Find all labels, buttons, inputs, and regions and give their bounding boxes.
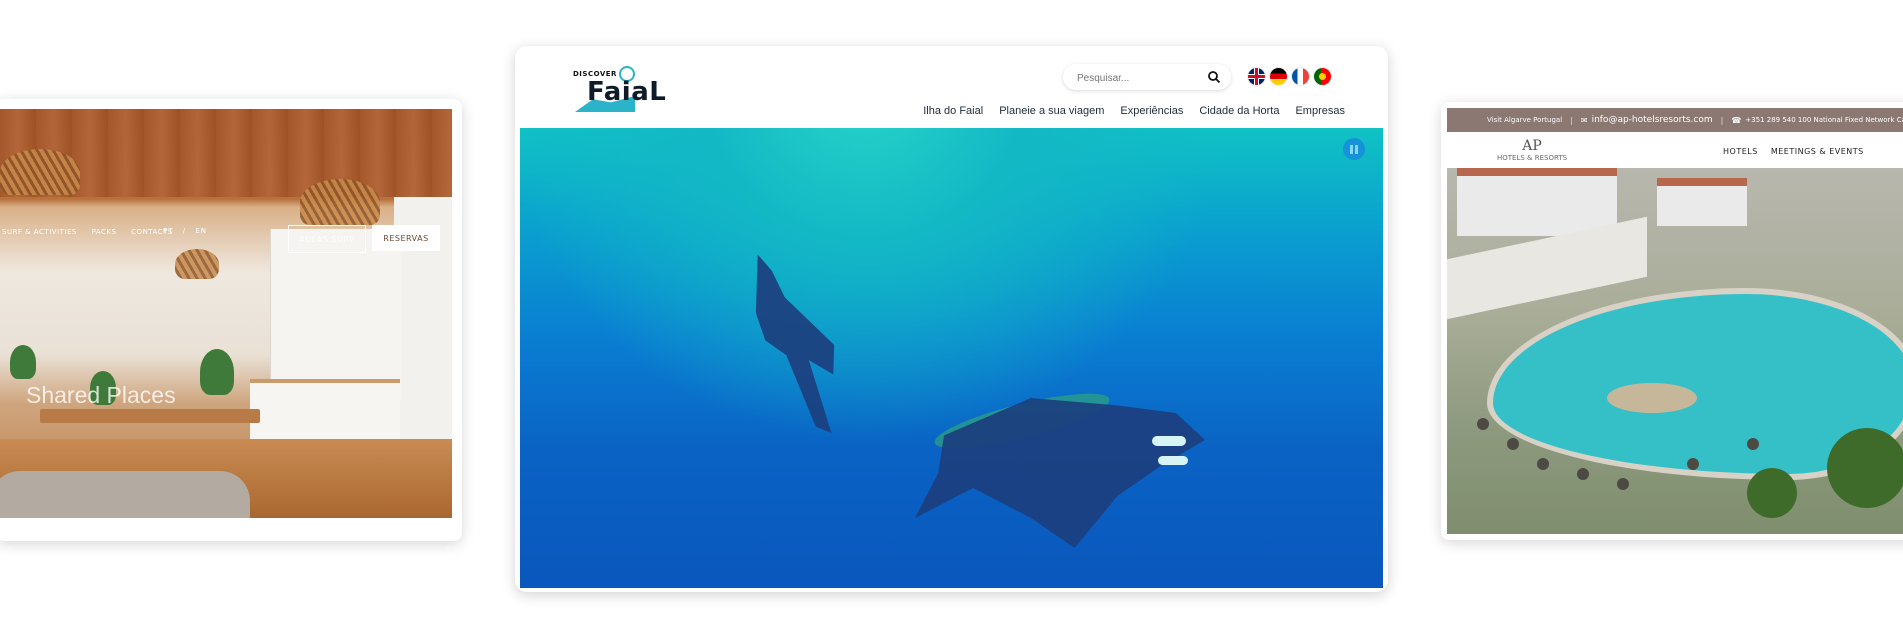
pendant-lamp bbox=[300, 179, 380, 225]
parasol bbox=[1477, 418, 1489, 430]
kitchen-cabinet bbox=[270, 229, 401, 399]
main-nav: SURF & ACTIVITIES PACKS CONTACTS bbox=[2, 228, 185, 236]
nav-item-hotels[interactable]: HOTELS bbox=[1723, 147, 1758, 156]
sofa bbox=[0, 471, 250, 518]
surf-site-card: SURF & ACTIVITIES PACKS CONTACTS PT / EN… bbox=[0, 99, 462, 541]
pool-island bbox=[1607, 383, 1697, 413]
phone-link[interactable]: +351 289 540 100 National Fixed Network … bbox=[1745, 116, 1903, 124]
manta-ray bbox=[915, 398, 1205, 548]
divider: | bbox=[1570, 115, 1573, 125]
hero-video-manta-rays bbox=[520, 128, 1383, 588]
palm-tree bbox=[1827, 428, 1903, 508]
surf-lessons-button[interactable]: AULAS SURF bbox=[288, 225, 366, 253]
parasol bbox=[1537, 458, 1549, 470]
uk-flag-icon[interactable] bbox=[1248, 68, 1265, 85]
pause-icon[interactable] bbox=[1343, 138, 1365, 160]
pendant-lamp bbox=[175, 249, 219, 279]
hero-photo-interior bbox=[0, 109, 452, 518]
reservations-button[interactable]: RESERVAS bbox=[372, 225, 440, 251]
ap-logo-text: HOTELS & RESORTS bbox=[1497, 154, 1568, 162]
language-switcher: PT / EN bbox=[163, 227, 213, 235]
parasol bbox=[1747, 438, 1759, 450]
showcase-stage: SURF & ACTIVITIES PACKS CONTACTS PT / EN… bbox=[0, 0, 1903, 636]
site-logo[interactable]: DISCOVER FaiaL bbox=[573, 66, 669, 114]
top-contact-bar: Visit Algarve Portugal | ✉ info@ap-hotel… bbox=[1447, 108, 1903, 132]
language-flags bbox=[1248, 68, 1336, 85]
hero-title: Shared Places bbox=[26, 382, 176, 408]
ap-hotels-site-card: Visit Algarve Portugal | ✉ info@ap-hotel… bbox=[1441, 102, 1903, 540]
pendant-lamp bbox=[0, 149, 80, 195]
search-input[interactable] bbox=[1075, 68, 1199, 88]
ap-logo[interactable]: AP HOTELS & RESORTS bbox=[1497, 138, 1567, 162]
parasol bbox=[1507, 438, 1519, 450]
logo-name: FaiaL bbox=[587, 77, 667, 107]
search-icon[interactable] bbox=[1207, 70, 1221, 84]
nav-item-meetings-events[interactable]: MEETINGS & EVENTS bbox=[1771, 147, 1864, 156]
parasol bbox=[1687, 458, 1699, 470]
lang-separator: / bbox=[182, 227, 187, 235]
nav-item-packs[interactable]: PACKS bbox=[92, 228, 117, 236]
nav-item-ilha-do-faial[interactable]: Ilha do Faial bbox=[923, 105, 983, 117]
palm-tree bbox=[1747, 468, 1797, 518]
parasol bbox=[1617, 478, 1629, 490]
phone-icon: ☎ bbox=[1731, 115, 1742, 125]
lang-en[interactable]: EN bbox=[195, 227, 207, 235]
site-header: AP HOTELS & RESORTS HOTELS MEETINGS & EV… bbox=[1447, 132, 1903, 168]
search-box bbox=[1063, 64, 1231, 90]
main-nav: HOTELS MEETINGS & EVENTS bbox=[1723, 147, 1874, 156]
nav-item-cidade-da-horta[interactable]: Cidade da Horta bbox=[1199, 105, 1279, 117]
nav-item-experiencias[interactable]: Experiências bbox=[1120, 105, 1183, 117]
mail-icon: ✉ bbox=[1580, 115, 1588, 125]
dining-table bbox=[40, 409, 260, 423]
lang-pt[interactable]: PT bbox=[163, 227, 174, 235]
divider: | bbox=[1720, 115, 1724, 125]
manta-ray-marking bbox=[1158, 456, 1188, 465]
fr-flag-icon[interactable] bbox=[1292, 68, 1309, 85]
email-link[interactable]: info@ap-hotelsresorts.com bbox=[1592, 115, 1713, 125]
nav-item-planeie[interactable]: Planeie a sua viagem bbox=[999, 105, 1104, 117]
ap-logo-mark: AP bbox=[1522, 138, 1542, 154]
de-flag-icon[interactable] bbox=[1270, 68, 1287, 85]
hotel-building bbox=[1457, 168, 1617, 236]
nav-item-empresas[interactable]: Empresas bbox=[1295, 105, 1345, 117]
pt-flag-icon[interactable] bbox=[1314, 68, 1331, 85]
discover-faial-site-card: DISCOVER FaiaL Ilha do Faial Planeie a s… bbox=[515, 46, 1388, 592]
main-nav: Ilha do Faial Planeie a sua viagem Exper… bbox=[907, 105, 1345, 117]
hotel-building bbox=[1657, 178, 1747, 226]
hero-photo-resort bbox=[1447, 168, 1903, 534]
manta-ray bbox=[744, 243, 852, 443]
parasol bbox=[1577, 468, 1589, 480]
plant bbox=[10, 345, 36, 379]
visit-algarve-logo[interactable]: Visit Algarve Portugal bbox=[1487, 116, 1562, 124]
plant bbox=[200, 349, 234, 395]
nav-item-surf[interactable]: SURF & ACTIVITIES bbox=[2, 228, 77, 236]
manta-ray-marking bbox=[1152, 436, 1186, 446]
